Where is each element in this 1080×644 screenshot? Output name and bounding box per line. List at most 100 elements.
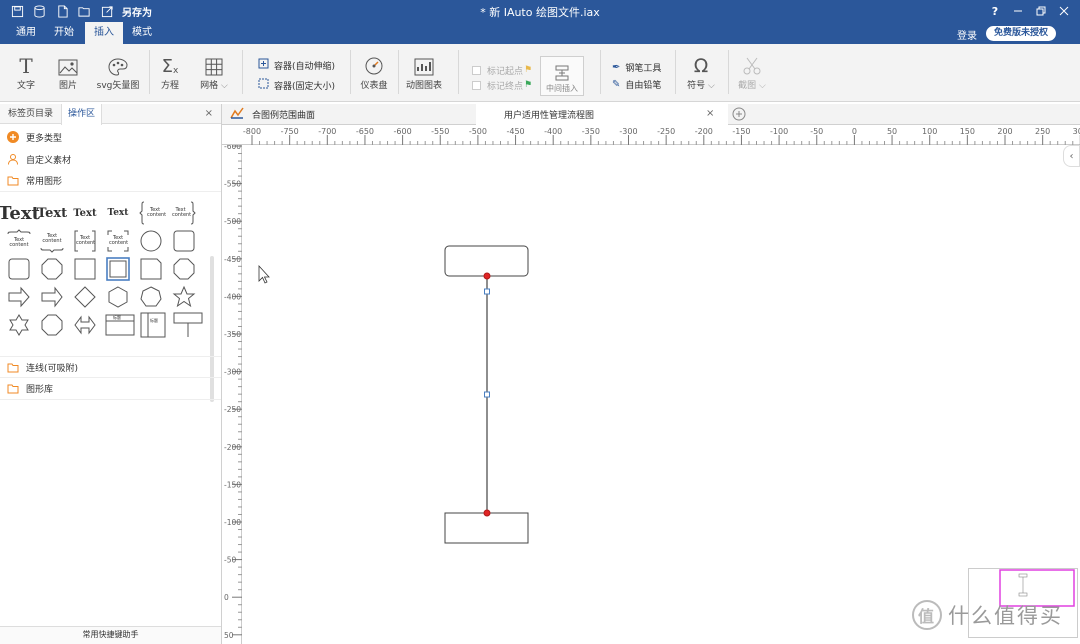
chevron-down-icon: ⌵ <box>218 81 228 91</box>
minimap-node <box>1018 573 1028 578</box>
shape-diamond[interactable] <box>72 284 98 310</box>
mid-insert-button[interactable]: 中间插入 <box>540 56 584 96</box>
tab-insert[interactable]: 插入 <box>85 22 123 44</box>
shape-octagon-small[interactable] <box>39 256 65 282</box>
shape-brace-top-text[interactable]: Text content <box>6 228 32 254</box>
minimize-icon[interactable] <box>1010 3 1026 19</box>
container-fixed-button[interactable]: 容器(固定大小) <box>258 78 335 92</box>
restore-icon[interactable] <box>1033 3 1049 19</box>
animation-chart-button[interactable]: 动图图表 <box>404 50 444 98</box>
tab-bookmarks[interactable]: 标签页目录 <box>2 104 59 124</box>
ruler-label: -250 <box>224 405 241 414</box>
connector-midpoint[interactable] <box>484 391 490 398</box>
expand-right-panel-icon[interactable]: ‹ <box>1063 145 1080 167</box>
ribbon-separator <box>675 50 676 94</box>
shape-square[interactable] <box>72 256 98 282</box>
ribbon-separator <box>398 50 399 94</box>
doc-tab-surface[interactable]: 合图例范围曲面 <box>226 104 476 125</box>
free-pencil-button[interactable]: ✎ 自由铅笔 <box>612 77 661 91</box>
ruler-label: -700 <box>318 127 336 136</box>
insert-svg-button[interactable]: svg矢量图 <box>92 50 144 98</box>
mark-start-checkbox[interactable]: 标记起点 ⚑ <box>472 63 532 77</box>
ruler-label: -350 <box>582 127 600 136</box>
shape-rounded-rect[interactable] <box>6 256 32 282</box>
doc-tab-flowchart[interactable]: 用户适用性管理流程图 <box>476 104 728 125</box>
connector-handle[interactable] <box>484 288 490 295</box>
ruler-label: -550 <box>224 180 241 189</box>
new-tab-icon[interactable] <box>732 107 746 124</box>
ribbon-separator <box>350 50 351 94</box>
common-shapes-item[interactable]: 常用图形 <box>0 170 221 192</box>
tab-start[interactable]: 开始 <box>46 22 82 44</box>
shape-titled-column[interactable]: 标题 <box>140 312 166 338</box>
shape-arrow-right-fat[interactable] <box>6 284 32 310</box>
shape-library-item[interactable]: 图形库 <box>0 378 221 400</box>
insert-equation-button[interactable]: Σx 方程 <box>154 50 186 98</box>
shape-heptagon[interactable] <box>138 284 164 310</box>
shape-octagon[interactable] <box>171 256 197 282</box>
close-window-icon[interactable] <box>1056 3 1072 19</box>
shape-circle[interactable] <box>138 228 164 254</box>
shape-corner-text[interactable]: Text content <box>105 228 131 254</box>
shape-text-tiny[interactable]: Text <box>105 200 131 226</box>
shape-titled-panel[interactable]: 标题 <box>105 312 135 338</box>
shape-snipped-square[interactable] <box>138 256 164 282</box>
flow-node-top[interactable] <box>444 245 529 277</box>
dashboard-button[interactable]: 仪表盘 <box>356 50 392 98</box>
more-types-item[interactable]: 更多类型 <box>0 126 221 148</box>
text-icon: T <box>19 54 33 78</box>
shape-brace-right-text[interactable]: Text content <box>171 200 197 226</box>
insert-image-button[interactable]: 图片 <box>50 50 86 98</box>
symbol-button[interactable]: Ω 符号 ⌵ <box>682 50 720 98</box>
ribbon-separator <box>242 50 243 94</box>
flow-node-bottom[interactable] <box>444 512 529 544</box>
shape-text-small[interactable]: Text <box>72 200 98 226</box>
insert-grid-button[interactable]: 网格 ⌵ <box>194 50 234 98</box>
folder-icon <box>7 383 19 395</box>
tab-operations[interactable]: 操作区 <box>61 104 103 125</box>
shape-brace-left-text[interactable]: Text content <box>138 200 166 226</box>
screenshot-button[interactable]: 截图 ⌵ <box>734 50 770 98</box>
shape-square-selected[interactable] <box>105 256 131 282</box>
pen-tool-button[interactable]: ✒ 钢笔工具 <box>612 60 661 74</box>
ribbon-separator <box>600 50 601 94</box>
omega-icon: Ω <box>693 55 709 77</box>
shape-text-large[interactable]: Text <box>0 200 40 226</box>
vertical-ruler: -600 -550 -500 -450 -400 -350 -300 -250 -200 -150… <box>222 145 242 644</box>
ruler-label: -300 <box>224 368 241 377</box>
ruler-label: 150 <box>960 127 975 136</box>
doc-tab-close-icon[interactable]: × <box>706 108 714 119</box>
shortcut-helper-link[interactable]: 常用快捷键助手 <box>0 626 221 644</box>
shape-star[interactable] <box>171 284 197 310</box>
pen-icon: ✒ <box>612 61 621 73</box>
shape-signpost[interactable] <box>173 312 203 338</box>
shape-hexagon[interactable] <box>105 284 131 310</box>
ruler-label: -500 <box>469 127 487 136</box>
shape-bracket-text[interactable]: Text content <box>72 228 98 254</box>
shape-double-arrow[interactable] <box>72 312 98 338</box>
insert-text-button[interactable]: T 文字 <box>8 50 44 98</box>
image-icon <box>50 50 86 76</box>
flag-icon: ⚑ <box>524 80 533 90</box>
connector-anchor-start[interactable] <box>483 272 491 280</box>
help-icon[interactable]: ? <box>987 3 1003 19</box>
panel-close-icon[interactable]: × <box>205 108 213 119</box>
shape-arrow-right[interactable] <box>39 284 65 310</box>
mark-end-checkbox[interactable]: 标记终点 ⚑ <box>472 78 532 92</box>
user-icon <box>7 153 19 165</box>
custom-material-item[interactable]: 自定义素材 <box>0 148 221 170</box>
drawing-canvas[interactable] <box>243 146 1080 644</box>
shape-hexagram[interactable] <box>6 312 32 338</box>
license-badge[interactable]: 免费版未授权 <box>986 26 1057 41</box>
tab-general[interactable]: 通用 <box>8 22 44 44</box>
shape-brace-bottom-text[interactable]: Text content <box>39 228 65 254</box>
shape-rounded-square[interactable] <box>171 228 197 254</box>
ruler-label: -100 <box>770 127 788 136</box>
connectors-item[interactable]: 连线(可吸附) <box>0 356 221 378</box>
shape-text-medium[interactable]: Text <box>37 200 67 226</box>
tab-mode[interactable]: 模式 <box>124 22 160 44</box>
login-link[interactable]: 登录 <box>957 27 977 42</box>
container-auto-button[interactable]: 容器(自动伸缩) <box>258 58 335 72</box>
connector-anchor-end[interactable] <box>483 509 491 517</box>
shape-octagon-2[interactable] <box>39 312 65 338</box>
